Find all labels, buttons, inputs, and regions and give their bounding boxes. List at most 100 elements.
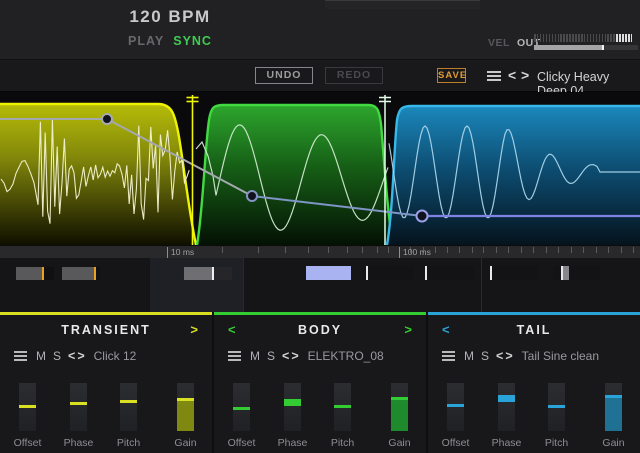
transient-phase-slider[interactable] (70, 383, 87, 431)
slider-marker[interactable] (233, 407, 250, 410)
transient-sample-prev-icon[interactable]: < (68, 349, 75, 363)
slider-marker[interactable] (366, 266, 368, 280)
body-offset-slider[interactable] (233, 383, 250, 431)
body-solo-button[interactable]: S (267, 349, 275, 363)
time-tick (583, 247, 584, 253)
body-menu-icon[interactable] (228, 351, 241, 361)
slider-marker[interactable] (120, 400, 137, 403)
preset-next-icon[interactable]: > (521, 67, 529, 83)
time-tick (558, 247, 559, 253)
menu-icon[interactable] (487, 71, 501, 81)
time-tick (308, 247, 309, 253)
slider-fill (184, 267, 213, 280)
zoom-slider[interactable] (62, 267, 100, 280)
slider-fill (177, 401, 194, 431)
body-pitch-label: Pitch (318, 437, 368, 449)
transient-pitch-slider[interactable] (120, 383, 137, 431)
reso-slider[interactable] (425, 266, 475, 280)
transient-offset-slider[interactable] (19, 383, 36, 431)
slider-marker[interactable] (498, 395, 515, 402)
body-sample-prev-icon[interactable]: < (282, 349, 289, 363)
sync-button[interactable]: SYNC (173, 34, 212, 48)
meter-tick (560, 34, 562, 42)
meter-tick (625, 34, 627, 42)
redo-button[interactable]: REDO (325, 67, 383, 84)
tail-pitch-slider[interactable] (548, 383, 565, 431)
transient-mute-button[interactable]: M (36, 349, 46, 363)
envelope-node-1[interactable] (102, 114, 112, 124)
slider-marker[interactable] (447, 404, 464, 407)
slider-marker[interactable] (19, 405, 36, 408)
skew-slider[interactable] (16, 267, 54, 280)
output-volume-slider[interactable] (534, 45, 638, 50)
slider-marker[interactable] (548, 405, 565, 408)
transient-sliders: OffsetPhasePitchGain (0, 383, 212, 453)
body-phase-slider[interactable] (284, 383, 301, 431)
transient-gain-slider[interactable] (177, 383, 194, 431)
body-sample-name[interactable]: ELEKTRO_08 (308, 349, 384, 363)
body-sliders: OffsetPhasePitchGain (214, 383, 426, 453)
body-mute-button[interactable]: M (250, 349, 260, 363)
slider-marker[interactable] (42, 267, 44, 280)
meter-tick (563, 34, 565, 42)
meter-tick (572, 34, 574, 42)
body-gain-slider[interactable] (391, 383, 408, 431)
tail-solo-button[interactable]: S (481, 349, 489, 363)
slider-marker[interactable] (334, 405, 351, 408)
meter-tick (543, 34, 545, 42)
save-button[interactable]: SAVE (437, 68, 466, 83)
tail-menu-icon[interactable] (442, 351, 455, 361)
slider-marker[interactable] (70, 402, 87, 405)
meter-tick (578, 34, 580, 42)
body-pitch-slider[interactable] (334, 383, 351, 431)
cutoff-slider[interactable] (306, 266, 351, 280)
slider-marker[interactable] (490, 266, 492, 280)
output-volume-knob[interactable] (602, 45, 604, 50)
tail-phase-slider[interactable] (498, 383, 515, 431)
undo-button[interactable]: UNDO (255, 67, 313, 84)
transient-sample-next-icon[interactable]: > (77, 349, 84, 363)
slider-marker[interactable] (94, 267, 96, 280)
meter-tick (558, 34, 560, 42)
output-meter (534, 34, 638, 50)
play-button[interactable]: PLAY (128, 34, 164, 48)
time-tick (546, 247, 547, 253)
time-tick (222, 247, 223, 253)
time-tick (608, 247, 609, 253)
divider (481, 258, 482, 312)
transient-solo-button[interactable]: S (53, 349, 61, 363)
filter-slider[interactable] (184, 267, 232, 280)
beef-slider[interactable] (363, 266, 413, 280)
slider-marker[interactable] (561, 266, 563, 280)
time-tick (483, 247, 484, 253)
vel-toggle[interactable]: VEL (488, 37, 510, 49)
meter-tick (552, 34, 554, 42)
time-tick-label: 100 ms (403, 247, 431, 257)
body-sample-next-icon[interactable]: > (291, 349, 298, 363)
preset-prev-icon[interactable]: < (508, 67, 516, 83)
meter-tick (575, 34, 577, 42)
envelope-node-3[interactable] (417, 211, 428, 222)
tail-sample-next-icon[interactable]: > (505, 349, 512, 363)
envelope-node-2[interactable] (247, 191, 257, 201)
waveform-display[interactable] (0, 92, 640, 245)
tail-gain-slider[interactable] (605, 383, 622, 431)
glue-slider[interactable] (490, 266, 538, 280)
slider-fill (16, 267, 43, 280)
slider-marker[interactable] (212, 267, 214, 280)
meter-tick (613, 34, 615, 42)
transient-menu-icon[interactable] (14, 351, 27, 361)
bpm-display[interactable]: 120 BPM (105, 7, 235, 27)
tail-sample-name[interactable]: Tail Sine clean (522, 349, 599, 363)
slider-marker[interactable] (425, 266, 427, 280)
gain-slider[interactable] (553, 266, 600, 280)
tail-mute-button[interactable]: M (464, 349, 474, 363)
meter-tick (619, 34, 621, 42)
tail-phase-label: Phase (482, 437, 532, 449)
meter-tick (628, 34, 630, 42)
tail-offset-slider[interactable] (447, 383, 464, 431)
tail-sample-prev-icon[interactable]: < (496, 349, 503, 363)
slider-marker[interactable] (284, 399, 301, 406)
transient-sample-name[interactable]: Click 12 (94, 349, 137, 363)
time-tick (621, 247, 622, 253)
